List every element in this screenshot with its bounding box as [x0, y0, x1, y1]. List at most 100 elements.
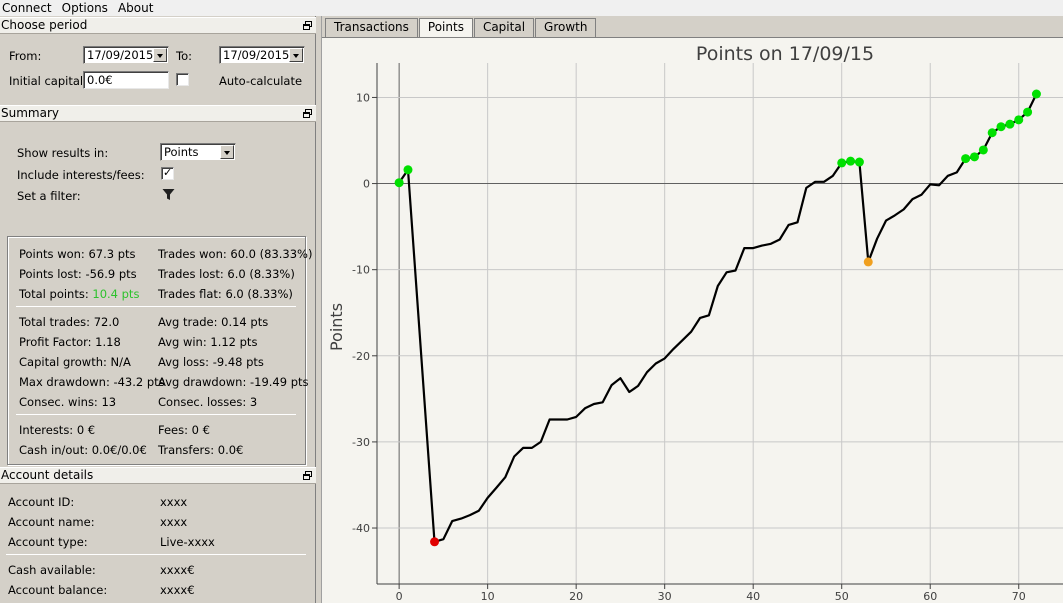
points-lost: Points lost: -56.9 pts — [19, 267, 137, 281]
account-id-value: xxxx — [160, 495, 188, 509]
data-point — [996, 122, 1006, 132]
account-type-label: Account type: — [8, 535, 88, 549]
tab-transactions[interactable]: Transactions — [325, 18, 418, 37]
account-name-label: Account name: — [8, 515, 95, 529]
from-date-value: 17/09/2015 — [87, 48, 154, 62]
include-fees-label: Include interests/fees: — [17, 168, 145, 182]
data-point — [1023, 107, 1033, 117]
x-tick-label: 30 — [658, 590, 672, 603]
restore-window-icon[interactable] — [303, 21, 312, 30]
data-point — [863, 257, 873, 267]
total-points: Total points: 10.4 pts — [19, 287, 139, 301]
account-name-value: xxxx — [160, 515, 188, 529]
menu-options[interactable]: Options — [57, 1, 113, 15]
to-date-select[interactable]: 17/09/2015 — [219, 46, 305, 64]
chart-title: Points on 17/09/15 — [696, 43, 874, 65]
y-tick-label: -20 — [352, 350, 370, 363]
choose-period-header: Choose period — [0, 17, 316, 34]
account-balance-value: xxxx€ — [160, 583, 195, 597]
tab-points[interactable]: Points — [418, 18, 473, 38]
choose-period-title: Choose period — [1, 18, 88, 32]
y-tick-label: -40 — [352, 522, 370, 535]
capital-growth: Capital growth: N/A — [19, 355, 131, 369]
left-pane: Choose period From: 17/09/2015 To: 17/09… — [0, 16, 316, 603]
trades-lost: Trades lost: 6.0 (8.33%) — [158, 267, 295, 281]
data-point — [969, 152, 979, 162]
points-chart: Points on 17/09/15 Points 0 10 20 30 40 50 60 7… — [327, 43, 1063, 603]
total-trades: Total trades: 72.0 — [19, 315, 120, 329]
from-date-select[interactable]: 17/09/2015 — [83, 46, 169, 64]
auto-calculate-label: Auto-calculate — [219, 74, 303, 88]
account-type-value: Live-xxxx — [160, 535, 215, 549]
summary-title: Summary — [1, 106, 59, 120]
data-point — [1014, 115, 1024, 125]
trades-won: Trades won: 60.0 (83.33%) — [158, 247, 313, 261]
total-points-label: Total points: — [19, 287, 93, 301]
restore-window-icon[interactable] — [303, 471, 312, 480]
include-fees-checkbox[interactable]: ✓ — [161, 166, 174, 180]
y-axis-label: Points — [327, 303, 346, 351]
initial-capital-label: Initial capital: — [9, 74, 87, 88]
divider — [16, 306, 296, 307]
initial-capital-input[interactable]: 0.0€ — [83, 71, 169, 89]
fees: Fees: 0 € — [158, 423, 210, 437]
auto-calculate-checkbox[interactable] — [176, 73, 189, 86]
cash-in-out: Cash in/out: 0.0€/0.0€ — [19, 443, 147, 457]
chevron-down-icon[interactable] — [220, 145, 234, 159]
chevron-down-icon[interactable] — [289, 48, 303, 62]
y-tick-label: 0 — [363, 178, 370, 191]
max-drawdown: Max drawdown: -43.2 pts — [19, 375, 165, 389]
show-results-value: Points — [164, 145, 199, 159]
avg-loss: Avg loss: -9.48 pts — [158, 355, 264, 369]
to-date-value: 17/09/2015 — [223, 48, 290, 62]
set-filter-label: Set a filter: — [17, 189, 81, 203]
interests: Interests: 0 € — [19, 423, 96, 437]
cash-available-value: xxxx€ — [160, 563, 195, 577]
from-label: From: — [9, 49, 42, 63]
data-point — [394, 178, 404, 188]
summary-stats-box: Points won: 67.3 pts Points lost: -56.9 … — [7, 236, 312, 465]
trades-flat: Trades flat: 6.0 (8.33%) — [158, 287, 293, 301]
checkmark-icon: ✓ — [163, 166, 173, 179]
to-label: To: — [176, 49, 192, 63]
profit-factor: Profit Factor: 1.18 — [19, 335, 121, 349]
points-won: Points won: 67.3 pts — [19, 247, 136, 261]
account-details-title: Account details — [1, 468, 94, 482]
avg-win: Avg win: 1.12 pts — [158, 335, 258, 349]
show-results-select[interactable]: Points — [160, 143, 236, 161]
consec-losses: Consec. losses: 3 — [158, 395, 258, 409]
x-tick-label: 70 — [1012, 590, 1026, 603]
x-tick-label: 40 — [746, 590, 760, 603]
account-id-label: Account ID: — [8, 495, 75, 509]
data-point — [403, 165, 413, 175]
data-point — [1005, 119, 1015, 129]
x-tick-label: 0 — [396, 590, 403, 603]
data-point — [846, 156, 856, 166]
divider — [16, 414, 296, 415]
tab-capital[interactable]: Capital — [473, 18, 535, 37]
points-chart-panel: Points on 17/09/15 Points 0 10 20 30 40 50 60 7… — [322, 37, 1063, 603]
restore-window-icon[interactable] — [303, 109, 312, 118]
data-point — [854, 157, 864, 167]
y-tick-label: -30 — [352, 436, 370, 449]
data-point — [837, 158, 847, 168]
menu-bar: Connect Options About — [0, 0, 1063, 16]
chevron-down-icon[interactable] — [153, 48, 167, 62]
transfers: Transfers: 0.0€ — [158, 443, 244, 457]
funnel-filter-icon[interactable] — [162, 188, 175, 201]
menu-about[interactable]: About — [113, 1, 158, 15]
points-series-line — [398, 93, 1038, 543]
data-point — [430, 537, 440, 547]
divider — [6, 554, 306, 555]
x-tick-label: 60 — [923, 590, 937, 603]
chart-tabs: Transactions Points Capital Growth — [325, 18, 597, 38]
menu-connect[interactable]: Connect — [0, 1, 57, 15]
x-tick-label: 50 — [835, 590, 849, 603]
account-details-header: Account details — [0, 467, 316, 484]
y-tick-label: -10 — [352, 264, 370, 277]
account-balance-label: Account balance: — [8, 583, 108, 597]
tab-growth[interactable]: Growth — [535, 18, 597, 37]
cash-available-label: Cash available: — [8, 563, 96, 577]
total-points-value: 10.4 pts — [92, 287, 140, 301]
data-point — [978, 145, 988, 155]
